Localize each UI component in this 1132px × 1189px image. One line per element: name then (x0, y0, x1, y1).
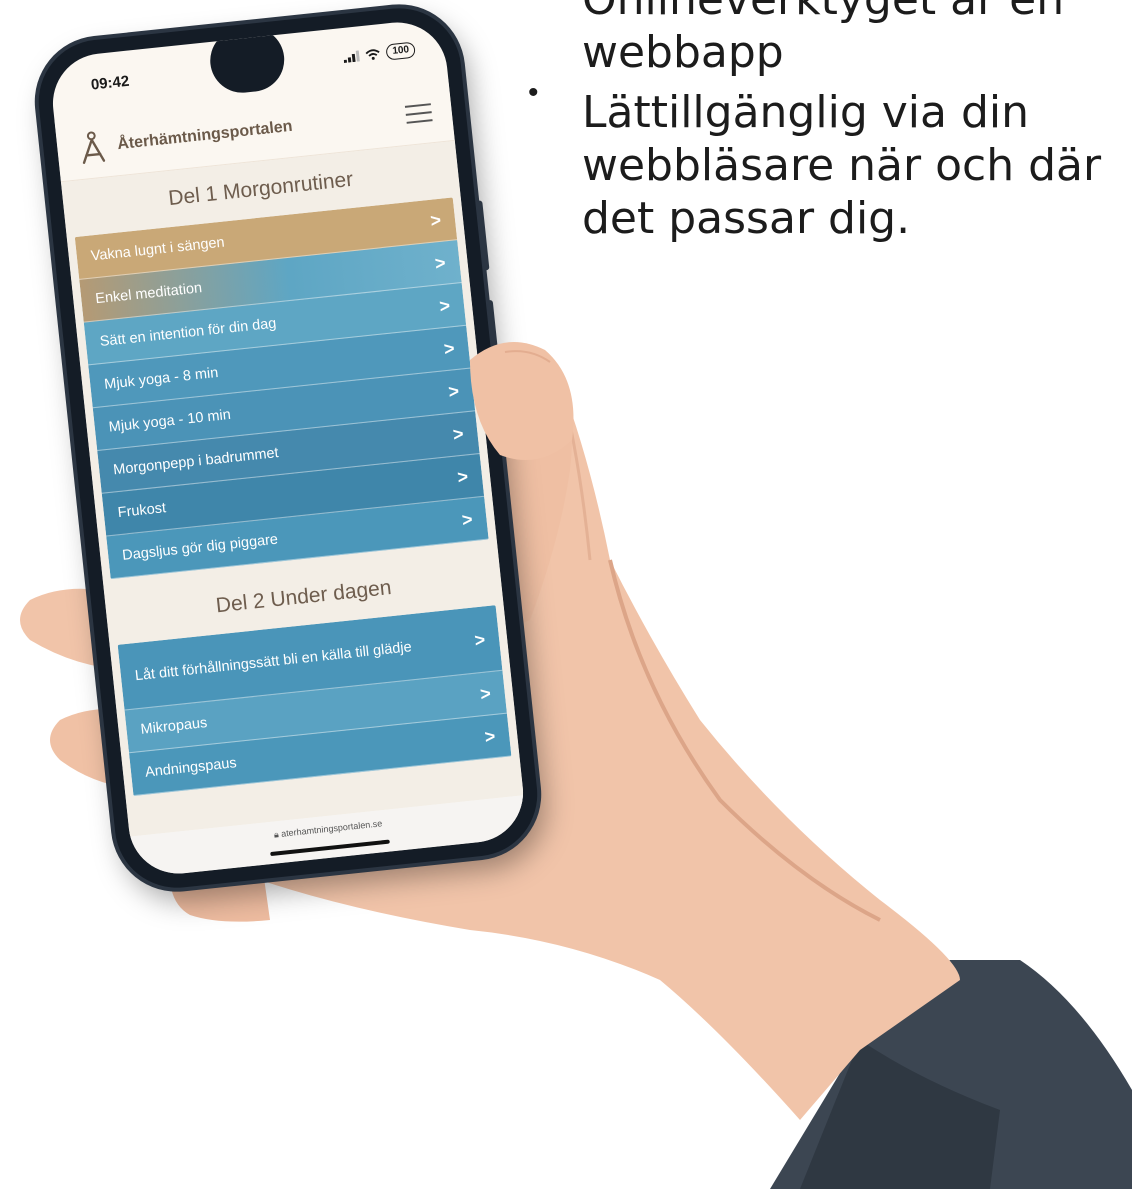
chevron-right-icon: > (438, 295, 452, 317)
list-item-label: Dagsljus gör dig piggare (121, 531, 279, 564)
list-item-label: Mjuk yoga - 8 min (103, 364, 220, 393)
wifi-icon (365, 48, 380, 60)
list-item-label: Sätt en intention för din dag (99, 315, 278, 351)
status-icons: 100 (343, 41, 416, 65)
chevron-right-icon: > (451, 423, 465, 445)
battery-icon: 100 (385, 41, 416, 61)
page-content: Del 1 Morgonrutiner Vakna lugnt i sängen… (60, 140, 524, 837)
chevron-right-icon: > (460, 509, 474, 531)
list-item-label: Låt ditt förhållningssätt bli en källa t… (134, 638, 413, 684)
list-item-label: Vakna lugnt i sängen (90, 234, 226, 265)
list-item-label: Andningspaus (144, 755, 238, 781)
list-item-label: Morgonpepp i badrummet (112, 445, 280, 479)
chevron-right-icon: > (433, 252, 447, 274)
url-text: aterhamtningsportalen.se (280, 818, 383, 839)
chevron-right-icon: > (429, 209, 443, 231)
chevron-right-icon: > (479, 683, 492, 705)
list-item-label: Enkel meditation (94, 280, 203, 308)
list-item-label: Frukost (117, 500, 167, 522)
hamburger-menu-icon[interactable] (404, 102, 433, 124)
chevron-right-icon: > (447, 380, 461, 402)
phone-screen: 09:42 100 Återhämtningsportalen Del 1 Mo… (48, 17, 528, 879)
app-name: Återhämtningsportalen (116, 117, 294, 153)
list-item-label: Mjuk yoga - 10 min (108, 406, 232, 436)
list-item-label: Mikropaus (139, 714, 209, 738)
chevron-right-icon: > (456, 466, 469, 488)
chevron-right-icon: > (473, 629, 487, 650)
chevron-right-icon: > (442, 338, 456, 360)
status-time: 09:42 (90, 72, 131, 94)
chevron-right-icon: > (483, 725, 497, 747)
logo-icon (82, 130, 106, 164)
list-morgonrutiner: Vakna lugnt i sängen > Enkel meditation … (74, 197, 489, 580)
signal-icon (344, 49, 361, 63)
smartphone: 09:42 100 Återhämtningsportalen Del 1 Mo… (32, 2, 544, 894)
